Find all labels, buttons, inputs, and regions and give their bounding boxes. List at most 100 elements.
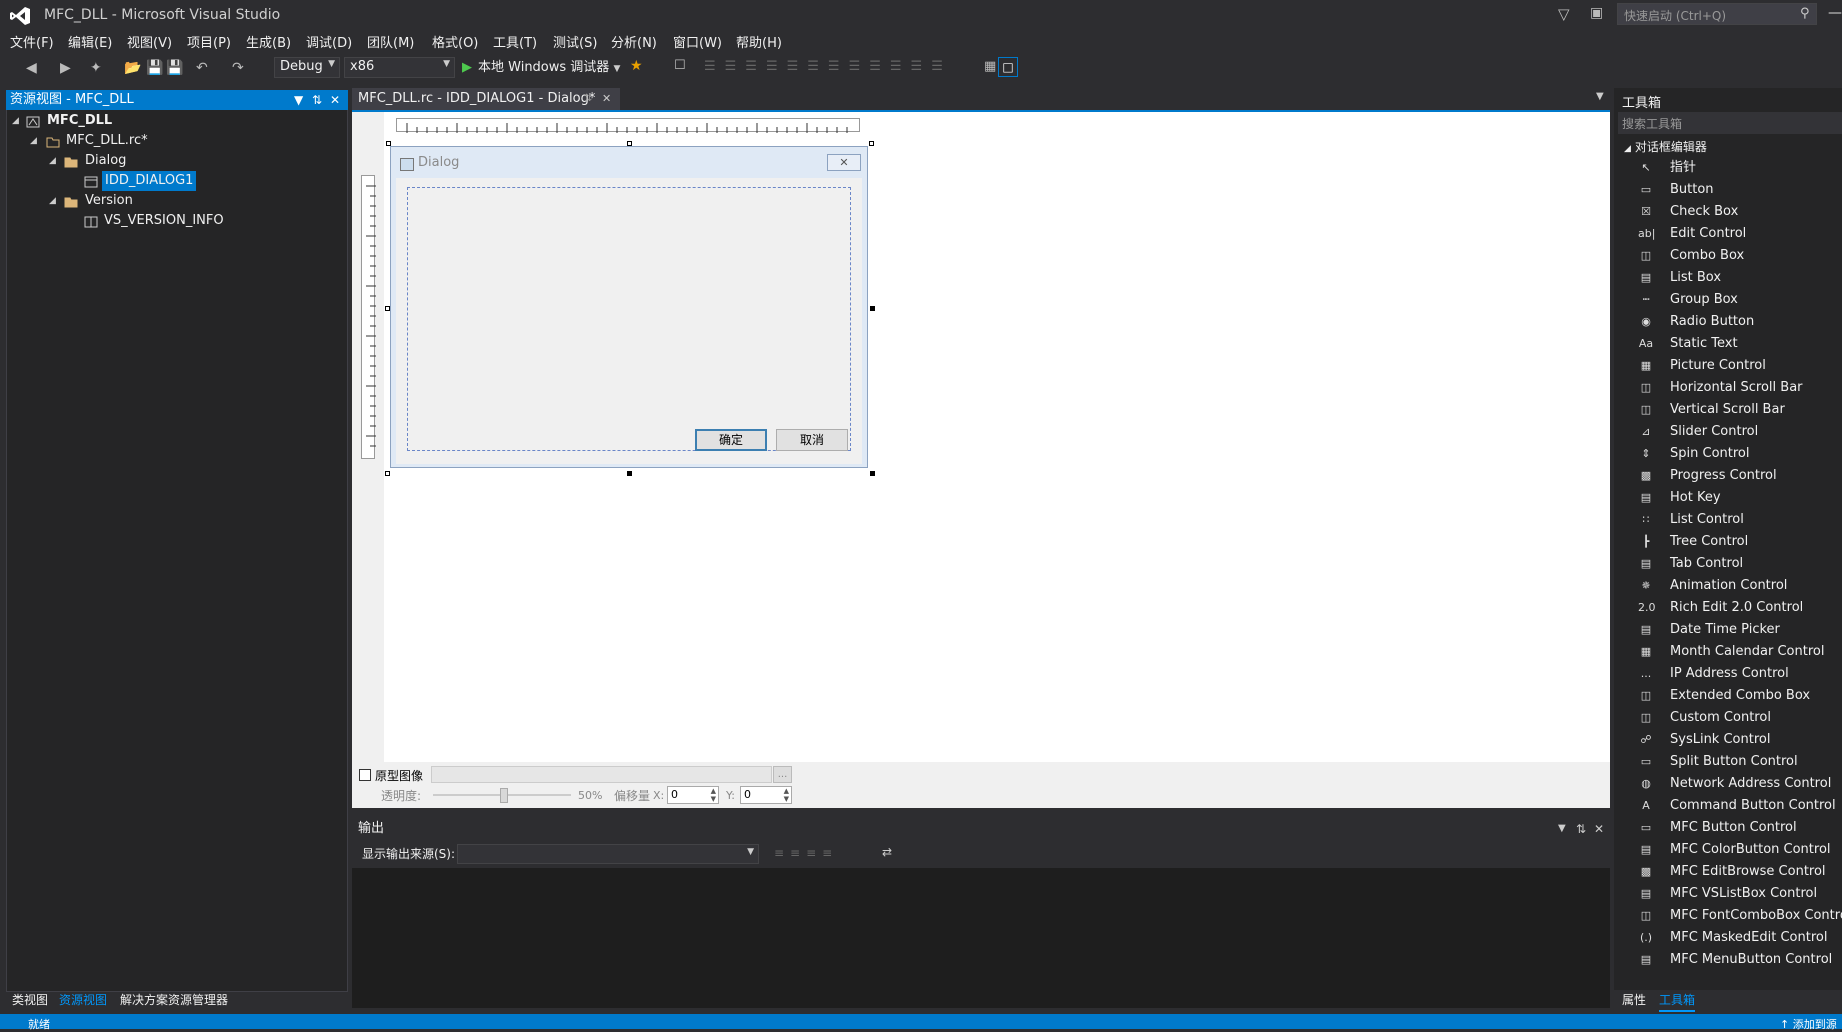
resize-handle[interactable] xyxy=(870,471,875,476)
menu-debug[interactable]: 调试(D) xyxy=(306,32,352,56)
menu-view[interactable]: 视图(V) xyxy=(127,32,172,56)
toolbox-item[interactable]: (.) MFC MaskedEdit Control xyxy=(1614,927,1842,949)
menu-window[interactable]: 窗口(W) xyxy=(673,32,722,56)
toolbox-item[interactable]: A Command Button Control xyxy=(1614,795,1842,817)
expand-arrow-icon[interactable]: ◢ xyxy=(49,156,56,166)
toolbox-item[interactable]: ... IP Address Control xyxy=(1614,663,1842,685)
tree-item-rc-file[interactable]: MFC_DLL.rc* xyxy=(66,131,148,151)
toolbox-item[interactable]: ▩ MFC EditBrowse Control xyxy=(1614,861,1842,883)
search-icon[interactable]: ⚲ xyxy=(1800,6,1810,21)
close-icon[interactable]: ✕ xyxy=(330,90,340,110)
test-dialog-icon[interactable]: ☐ xyxy=(674,58,686,73)
resize-handle[interactable] xyxy=(385,306,390,311)
align-tools-icon[interactable]: ☰☰☰☰☰☰☰☰☰☰☰☰ xyxy=(704,59,952,74)
output-tools-icon[interactable]: ≡≡≡≡ xyxy=(774,846,838,860)
toolbox-item[interactable]: 2.0 Rich Edit 2.0 Control xyxy=(1614,597,1842,619)
horizontal-ruler[interactable] xyxy=(396,118,860,133)
save-all-icon[interactable]: 💾 xyxy=(166,60,183,76)
offset-y-input[interactable]: 0 ▲ ▼ xyxy=(740,786,792,804)
save-icon[interactable]: 💾 xyxy=(146,60,163,76)
word-wrap-icon[interactable]: ⇄ xyxy=(882,845,892,859)
toolbox-item[interactable]: ◫ Horizontal Scroll Bar xyxy=(1614,377,1842,399)
tree-item-version-info[interactable]: VS_VERSION_INFO xyxy=(104,211,224,231)
menu-tools[interactable]: 工具(T) xyxy=(493,32,537,56)
redo-icon[interactable]: ↷ xyxy=(232,60,244,76)
toolbox-item[interactable]: ↖ 指针 xyxy=(1614,157,1842,179)
toolbox-item[interactable]: ✵ Animation Control xyxy=(1614,575,1842,597)
toolbox-item[interactable]: ☍ SysLink Control xyxy=(1614,729,1842,751)
solution-configuration-select[interactable]: Debug ▼ xyxy=(274,57,340,78)
toolbox-item[interactable]: ◫ MFC FontComboBox Control xyxy=(1614,905,1842,927)
resize-handle[interactable] xyxy=(386,141,391,146)
offset-x-input[interactable]: 0 ▲ ▼ xyxy=(667,786,719,804)
menu-format[interactable]: 格式(O) xyxy=(432,32,478,56)
menu-edit[interactable]: 编辑(E) xyxy=(68,32,112,56)
quick-launch-input[interactable]: 快速启动 (Ctrl+Q) xyxy=(1617,3,1817,25)
close-icon[interactable]: ✕ xyxy=(602,88,611,110)
toolbox-item[interactable]: ▦ Picture Control xyxy=(1614,355,1842,377)
spinner-icon[interactable]: ▲ ▼ xyxy=(711,787,716,803)
tab-resource-view[interactable]: 资源视图 xyxy=(59,990,107,1010)
tree-item-project[interactable]: MFC_DLL xyxy=(47,111,112,131)
spinner-icon[interactable]: ▲ ▼ xyxy=(784,787,789,803)
browse-button[interactable]: ... xyxy=(773,766,792,783)
tree-item-dialog[interactable]: Dialog xyxy=(85,151,126,171)
tree-item-idd-dialog1[interactable]: IDD_DIALOG1 xyxy=(102,171,197,191)
document-tab[interactable]: MFC_DLL.rc - IDD_DIALOG1 - Dialog* ⇅ ✕ xyxy=(352,88,620,110)
menu-test[interactable]: 测试(S) xyxy=(553,32,597,56)
close-icon[interactable]: ✕ xyxy=(1594,818,1604,840)
toolbox-item[interactable]: ◉ Radio Button xyxy=(1614,311,1842,333)
panel-menu-icon[interactable]: ▼ xyxy=(294,90,303,110)
output-source-select[interactable]: ▼ xyxy=(457,844,759,864)
pin-icon[interactable]: ⇅ xyxy=(1576,818,1586,840)
resize-handle[interactable] xyxy=(627,471,632,476)
resize-handle[interactable] xyxy=(869,141,874,146)
toolbox-item[interactable]: ◍ Network Address Control xyxy=(1614,773,1842,795)
toolbox-item[interactable]: ▤ Hot Key xyxy=(1614,487,1842,509)
add-to-source-control[interactable]: ↑ 添加到源 xyxy=(1780,1016,1837,1032)
toolbox-item[interactable]: ◫ Custom Control xyxy=(1614,707,1842,729)
menu-file[interactable]: 文件(F) xyxy=(10,32,54,56)
toolbox-section-header[interactable]: ◢ 对话框编辑器 xyxy=(1624,138,1707,155)
menu-project[interactable]: 项目(P) xyxy=(187,32,231,56)
menu-build[interactable]: 生成(B) xyxy=(246,32,291,56)
expand-arrow-icon[interactable]: ◢ xyxy=(12,116,19,126)
toolbox-item[interactable]: ▭ Split Button Control xyxy=(1614,751,1842,773)
tab-properties[interactable]: 属性 xyxy=(1622,990,1646,1010)
resize-handle[interactable] xyxy=(385,471,390,476)
solution-platform-select[interactable]: x86 ▼ xyxy=(344,57,455,78)
menu-analyze[interactable]: 分析(N) xyxy=(611,32,657,56)
toolbox-item[interactable]: ▤ MFC ColorButton Control xyxy=(1614,839,1842,861)
toolbox-item[interactable]: ab| Edit Control xyxy=(1614,223,1842,245)
start-debugging-button[interactable]: ▶ 本地 Windows 调试器 ▼ xyxy=(462,56,620,80)
feedback-icon[interactable]: ▣ xyxy=(1590,5,1603,21)
minimize-button[interactable]: — xyxy=(1828,5,1842,21)
pin-icon[interactable]: ⇅ xyxy=(312,90,322,110)
back-icon[interactable]: ◀ xyxy=(26,60,37,76)
prototype-image-path-input[interactable] xyxy=(431,766,772,783)
toolbox-item[interactable]: ▤ Tab Control xyxy=(1614,553,1842,575)
toolbox-item[interactable]: ▤ List Box xyxy=(1614,267,1842,289)
toolbox-item[interactable]: ◫ Extended Combo Box xyxy=(1614,685,1842,707)
toolbox-item[interactable]: ∷ List Control xyxy=(1614,509,1842,531)
toolbox-item[interactable]: ▤ MFC MenuButton Control xyxy=(1614,949,1842,971)
resize-handle[interactable] xyxy=(870,306,875,311)
dialog-close-button[interactable]: ✕ xyxy=(827,154,861,171)
expand-arrow-icon[interactable]: ◢ xyxy=(30,136,37,146)
tree-item-version[interactable]: Version xyxy=(85,191,133,211)
toolbox-item[interactable]: ◫ Combo Box xyxy=(1614,245,1842,267)
tab-solution-explorer[interactable]: 解决方案资源管理器 xyxy=(120,990,228,1010)
document-list-icon[interactable]: ▼ xyxy=(1596,91,1604,102)
notification-filter-icon[interactable]: ▽ xyxy=(1558,5,1570,23)
toolbox-item[interactable]: ▦ Month Calendar Control xyxy=(1614,641,1842,663)
menu-team[interactable]: 团队(M) xyxy=(367,32,414,56)
resize-handle[interactable] xyxy=(627,141,632,146)
toolbox-item[interactable]: ▭ Button xyxy=(1614,179,1842,201)
toolbox-item[interactable]: ▩ Progress Control xyxy=(1614,465,1842,487)
toolbox-item[interactable]: ☒ Check Box xyxy=(1614,201,1842,223)
expand-arrow-icon[interactable]: ◢ xyxy=(49,196,56,206)
menu-help[interactable]: 帮助(H) xyxy=(736,32,782,56)
toolbox-item[interactable]: ┉ Group Box xyxy=(1614,289,1842,311)
toolbox-item[interactable]: ⊿ Slider Control xyxy=(1614,421,1842,443)
tab-toolbox[interactable]: 工具箱 xyxy=(1659,990,1696,1012)
